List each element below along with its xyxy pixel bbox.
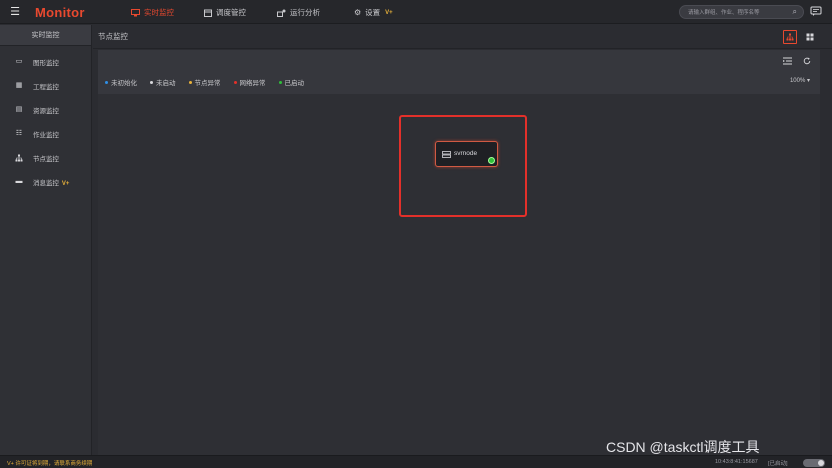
panel-toolbar (782, 56, 812, 66)
node-label: svrnode (454, 150, 478, 157)
sidebar-item-label: 资源监控 (33, 108, 59, 115)
search-icon[interactable]: ⌕ (793, 7, 797, 17)
vplus-badge: V+ (385, 9, 393, 16)
server-icon (442, 151, 451, 158)
sidebar: 实时监控 ▭ 图形监控 ▦ 工程监控 ▤ 资源监控 ☷ 作业监控 节点监控 ▬ … (0, 25, 92, 455)
refresh-button[interactable] (802, 56, 812, 66)
watermark: CSDN @taskctl调度工具 (606, 439, 760, 455)
legend-dot (233, 80, 237, 84)
server-time: 10:43:8:41:15687 (715, 459, 758, 465)
nav-schedule-control[interactable]: 调度管控 (204, 6, 246, 19)
nav-label: 实时监控 (144, 8, 174, 17)
sidebar-item-label: 作业监控 (33, 132, 59, 139)
legend-label: 未初始化 (111, 80, 137, 87)
legend-label: 网络异常 (239, 80, 266, 87)
legend-dot (278, 80, 282, 84)
node-card[interactable]: svrnode (435, 141, 498, 167)
legend-uninitialized: 未初始化 (105, 77, 137, 87)
sidebar-item-message-monitor[interactable]: ▬ 消息监控 V+ (0, 173, 92, 191)
chat-icon[interactable] (810, 6, 822, 17)
nav-label: 设置 (365, 8, 381, 17)
legend-node-error: 节点异常 (188, 77, 221, 87)
license-warning[interactable]: V+ 许可证将到期，请联系商务续期 (7, 459, 92, 467)
grid-icon (806, 33, 814, 41)
sidebar-item-label: 消息监控 V+ (33, 180, 70, 187)
brand-logo: Monitor (35, 5, 85, 20)
nav-label: 运行分析 (290, 8, 320, 17)
nav-run-analysis[interactable]: 运行分析 (277, 6, 320, 19)
grid-view-button[interactable] (803, 30, 817, 44)
sidebar-item-resource-monitor[interactable]: ▤ 资源监控 (0, 101, 92, 119)
node-status-indicator (488, 157, 495, 164)
vplus-badge: V+ (61, 181, 70, 187)
zoom-value: 100% (789, 78, 806, 84)
filter-list-button[interactable] (782, 56, 792, 66)
filter-list-icon (782, 57, 792, 65)
sidebar-item-job-monitor[interactable]: ☷ 作业监控 (0, 125, 92, 143)
zoom-select[interactable]: 100% ▾ (790, 77, 810, 84)
service-toggle[interactable] (803, 459, 825, 467)
sidebar-item-label: 图形监控 (33, 60, 59, 67)
resource-icon: ▤ (15, 106, 23, 113)
monitor-cluster-icon (131, 8, 140, 16)
menu-icon[interactable]: ☰ (9, 6, 21, 18)
sidebar-item-project-monitor[interactable]: ▦ 工程监控 (0, 77, 92, 95)
service-state: [已启动] (768, 461, 788, 467)
gear-icon: ⚙ (354, 8, 362, 17)
sidebar-item-label: 节点监控 (33, 156, 59, 163)
search-input[interactable] (688, 8, 788, 17)
analysis-icon (277, 9, 286, 17)
legend-dot (150, 80, 153, 84)
node-tree-icon (15, 154, 23, 162)
nav-label: 调度管控 (216, 8, 246, 17)
sidebar-item-node-monitor[interactable]: 节点监控 (0, 149, 92, 167)
legend-label: 已启动 (284, 80, 305, 87)
legend-started: 已启动 (278, 77, 305, 87)
sidebar-item-label: 工程监控 (33, 84, 59, 91)
node-panel: 未初始化 未启动 节点异常 网络异常 已启动 100% ▾ svrnode (98, 50, 820, 468)
project-icon: ▦ (15, 82, 23, 89)
refresh-icon (803, 57, 811, 65)
legend-not-started: 未启动 (150, 77, 176, 87)
legend-label: 节点异常 (194, 80, 221, 87)
calendar-icon (204, 9, 212, 17)
status-legend: 未初始化 未启动 节点异常 网络异常 已启动 (105, 77, 304, 87)
search-box[interactable]: ⌕ (679, 5, 804, 19)
caret-down-icon: ▾ (806, 78, 810, 84)
job-list-icon: ☷ (15, 130, 23, 137)
legend-label: 未启动 (156, 80, 176, 87)
message-icon: ▬ (15, 178, 23, 185)
top-bar: ☰ Monitor 实时监控 调度管控 运行分析 ⚙ 设置 V+ ⌕ (0, 0, 832, 24)
main-header: 节点监控 (93, 25, 832, 49)
legend-network-error: 网络异常 (233, 77, 266, 87)
main-content: 节点监控 未初始化 未启动 节点异常 网络异常 已启动 100% ▾ svrno… (93, 25, 832, 468)
legend-dot (105, 80, 108, 84)
nav-settings[interactable]: ⚙ 设置 V+ (354, 6, 393, 19)
legend-dot (188, 80, 192, 84)
node-tree-icon (786, 33, 794, 41)
sidebar-title: 实时监控 (0, 25, 91, 46)
screen-icon: ▭ (15, 58, 23, 65)
page-title: 节点监控 (98, 32, 128, 41)
nav-realtime-monitor[interactable]: 实时监控 (131, 6, 174, 19)
topology-view-button[interactable] (783, 30, 797, 44)
sidebar-item-graph-monitor[interactable]: ▭ 图形监控 (0, 53, 92, 71)
